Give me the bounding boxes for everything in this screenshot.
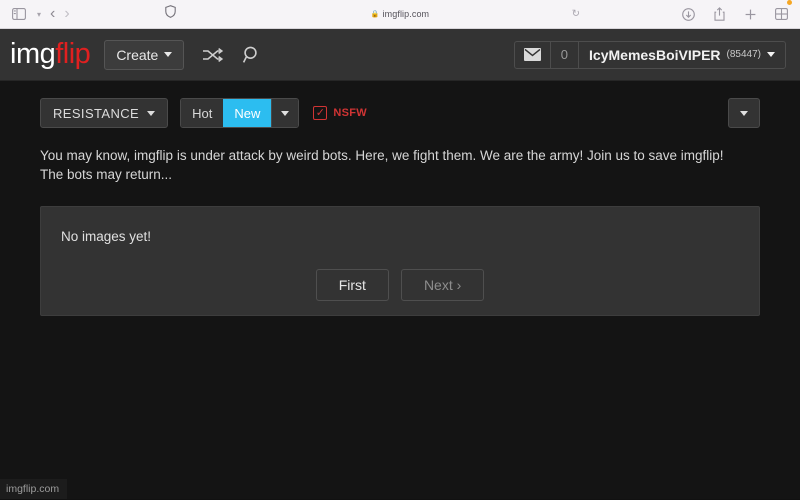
logo-text-img: img xyxy=(10,38,56,70)
imgflip-logo[interactable]: imgflip xyxy=(10,38,91,70)
content-panel: No images yet! First Next › xyxy=(40,206,760,316)
sidebar-icon[interactable] xyxy=(10,5,28,23)
back-arrow-icon[interactable]: ‹ xyxy=(50,6,55,22)
logo-text-flip: flip xyxy=(55,38,91,70)
stream-selector[interactable]: RESISTANCE xyxy=(40,98,169,128)
sort-hot-button[interactable]: Hot xyxy=(181,99,224,127)
user-menu[interactable]: IcyMemesBoiVIPER (85447) xyxy=(579,42,785,68)
plus-icon[interactable] xyxy=(741,5,759,23)
chevron-down-icon xyxy=(281,110,290,116)
page-body: RESISTANCE Hot New ✓ NSFW You may know, … xyxy=(0,81,800,499)
sort-more-button[interactable] xyxy=(271,99,299,127)
chevron-down-icon xyxy=(164,52,173,57)
pagination-first-button[interactable]: First xyxy=(315,269,389,301)
stream-name-label: RESISTANCE xyxy=(53,105,140,121)
empty-state-message: No images yet! xyxy=(61,229,152,244)
browser-actions xyxy=(679,0,792,23)
lock-icon: 🔒 xyxy=(370,11,380,18)
address-bar[interactable]: 🔒 imgflip.com ↻ xyxy=(165,5,580,20)
tab-badge xyxy=(787,0,792,5)
nsfw-checkbox[interactable]: ✓ xyxy=(313,106,328,120)
chevron-down-icon xyxy=(740,110,748,116)
options-dropdown-button[interactable] xyxy=(728,98,760,128)
create-button[interactable]: Create xyxy=(104,39,185,70)
status-bar-link-preview: imgflip.com xyxy=(0,479,68,499)
sort-new-button[interactable]: New xyxy=(223,99,272,127)
mail-icon[interactable] xyxy=(515,41,551,68)
site-header: imgflip Create 0 IcyMemesBoiVIPER (85447… xyxy=(0,29,800,81)
username-label: IcyMemesBoiVIPER xyxy=(589,46,721,63)
forward-arrow-icon[interactable]: › xyxy=(64,6,69,22)
sort-toggle-group: Hot New xyxy=(180,98,300,128)
reload-icon[interactable]: ↻ xyxy=(572,9,580,20)
shield-icon[interactable] xyxy=(165,5,176,23)
browser-toolbar: ▾ ‹ › 🔒 imgflip.com ↻ xyxy=(0,0,800,29)
browser-nav-controls: ▾ ‹ › xyxy=(10,5,70,23)
pagination-next-button: Next › xyxy=(400,269,485,301)
user-bar: 0 IcyMemesBoiVIPER (85447) xyxy=(513,40,786,69)
search-icon[interactable] xyxy=(242,45,262,65)
downloads-icon[interactable] xyxy=(679,5,697,23)
create-button-label: Create xyxy=(116,46,159,63)
nsfw-toggle[interactable]: ✓ NSFW xyxy=(313,106,367,120)
share-icon[interactable] xyxy=(710,5,728,23)
nsfw-label: NSFW xyxy=(333,107,367,119)
user-points: (85447) xyxy=(726,49,761,60)
chevron-down-icon[interactable]: ▾ xyxy=(37,10,41,19)
tab-overview-icon[interactable] xyxy=(772,0,792,23)
shuffle-icon[interactable] xyxy=(202,47,224,63)
pagination: First Next › xyxy=(41,269,759,301)
chevron-down-icon xyxy=(147,110,156,116)
stream-description: You may know, imgflip is under attack by… xyxy=(40,148,724,182)
url-text: imgflip.com xyxy=(382,9,430,19)
filter-bar: RESISTANCE Hot New ✓ NSFW xyxy=(0,97,800,129)
notification-count[interactable]: 0 xyxy=(551,41,580,68)
chevron-down-icon xyxy=(767,52,775,57)
